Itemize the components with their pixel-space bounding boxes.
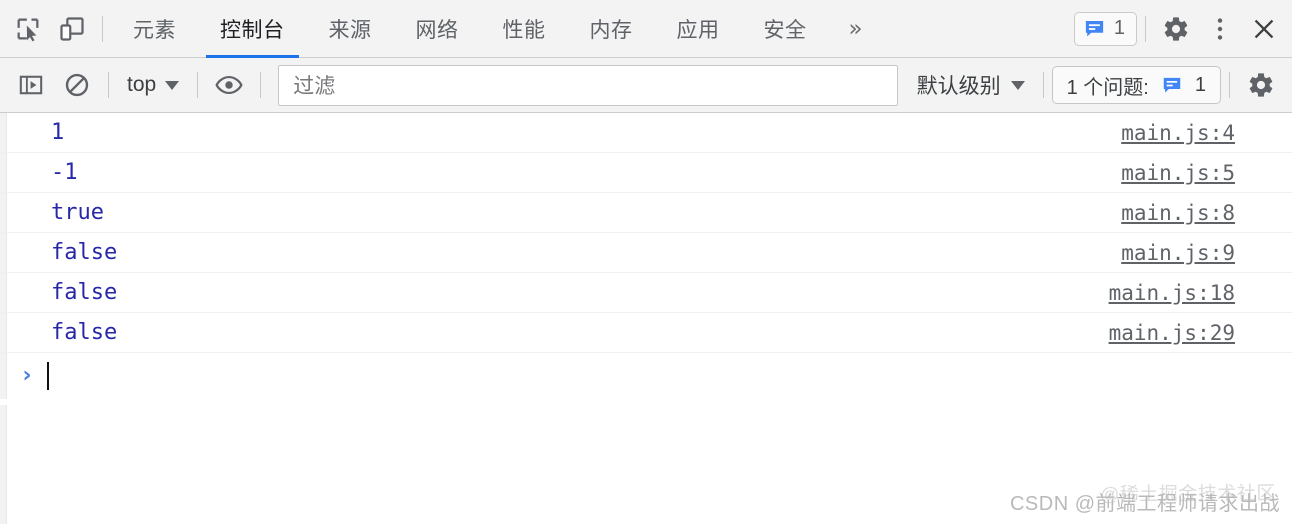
console-gutter	[0, 153, 7, 192]
console-gutter	[0, 193, 7, 232]
message-icon	[1161, 74, 1183, 96]
filterbar-divider-1	[108, 72, 109, 98]
tabbar-divider	[102, 15, 103, 42]
tab-network[interactable]: 网络	[394, 0, 481, 58]
execution-context-label: top	[127, 73, 157, 96]
tab-performance[interactable]: 性能	[481, 0, 568, 58]
chevron-down-icon	[1010, 80, 1025, 90]
console-sidebar-icon	[18, 72, 44, 98]
issues-button[interactable]: 1 个问题: 1	[1051, 66, 1221, 104]
console-message-source-link[interactable]: main.js:5	[1121, 161, 1292, 185]
console-sidebar-button[interactable]	[8, 64, 54, 106]
console-filter-input[interactable]: 过滤	[278, 64, 898, 106]
settings-button[interactable]	[1154, 7, 1198, 51]
more-options-button[interactable]	[1198, 7, 1242, 51]
log-level-selector[interactable]: 默认级别	[907, 66, 1035, 104]
tab-sources[interactable]: 来源	[307, 0, 394, 58]
console-message-value: false	[51, 240, 118, 265]
more-vertical-icon	[1208, 16, 1232, 42]
filterbar-divider-3	[260, 72, 262, 98]
console-prompt[interactable]: ›	[0, 353, 1292, 399]
live-expression-icon	[215, 71, 243, 99]
gear-icon	[1247, 71, 1275, 99]
tab-label: 安全	[763, 18, 807, 42]
tab-label: 元素	[133, 18, 176, 42]
console-message-value: false	[51, 320, 118, 345]
console-message-source-link[interactable]: main.js:9	[1121, 241, 1292, 265]
console-settings-button[interactable]	[1238, 64, 1284, 106]
tabbar-divider-2	[1145, 15, 1146, 42]
chevron-down-icon	[165, 80, 180, 90]
gear-icon	[1162, 15, 1190, 43]
table-row[interactable]: false main.js:29	[0, 313, 1292, 353]
filterbar-divider-2	[197, 72, 199, 98]
tab-label: 应用	[676, 18, 720, 42]
tab-label: 来源	[328, 18, 372, 42]
message-count-label: 1	[1113, 17, 1125, 39]
live-expression-button[interactable]	[206, 64, 252, 106]
console-message-list[interactable]: 1 main.js:4 -1 main.js:5 true main.js:8 …	[0, 113, 1292, 524]
tab-label: 控制台	[220, 18, 285, 42]
console-message-value: true	[51, 200, 104, 225]
chevron-double-right-icon: »	[848, 15, 863, 42]
console-message-value: -1	[51, 160, 78, 185]
prompt-chevron-icon: ›	[22, 363, 32, 388]
clear-console-icon	[64, 72, 90, 98]
table-row[interactable]: false main.js:9	[0, 233, 1292, 273]
console-filter-placeholder: 过滤	[293, 75, 336, 98]
log-level-label: 默认级别	[916, 75, 1001, 98]
message-icon	[1083, 17, 1106, 40]
console-filter-toolbar: top 过滤 默认级别 1 个问题: 1	[0, 58, 1292, 113]
console-message-value: 1	[51, 120, 65, 145]
message-count-badge[interactable]: 1	[1073, 11, 1137, 46]
table-row[interactable]: true main.js:8	[0, 193, 1292, 233]
console-gutter	[0, 273, 7, 312]
console-message-source-link[interactable]: main.js:29	[1109, 321, 1292, 345]
tab-console[interactable]: 控制台	[198, 0, 307, 58]
devtools-tabbar: 元素 控制台 来源 网络 性能 内存 应用 安全 » 1	[0, 0, 1292, 58]
console-message-source-link[interactable]: main.js:8	[1121, 201, 1292, 225]
tab-elements[interactable]: 元素	[111, 0, 198, 58]
panel-tabs: 元素 控制台 来源 网络 性能 内存 应用 安全	[111, 0, 829, 58]
console-gutter	[0, 113, 7, 152]
device-toolbar-button[interactable]	[50, 7, 94, 51]
console-gutter	[0, 313, 7, 352]
tab-application[interactable]: 应用	[655, 0, 742, 58]
console-message-source-link[interactable]: main.js:4	[1121, 121, 1292, 145]
tab-security[interactable]: 安全	[742, 0, 829, 58]
issues-label: 1 个问题:	[1066, 76, 1149, 99]
tab-label: 性能	[502, 18, 546, 42]
close-devtools-button[interactable]	[1242, 7, 1286, 51]
tab-memory[interactable]: 内存	[568, 0, 655, 58]
issues-count-label: 1	[1194, 73, 1206, 96]
more-tabs-button[interactable]: »	[829, 16, 883, 42]
tab-label: 网络	[415, 18, 459, 42]
filterbar-divider-5	[1229, 72, 1230, 98]
table-row[interactable]: -1 main.js:5	[0, 153, 1292, 193]
execution-context-selector[interactable]: top	[117, 66, 189, 104]
console-message-value: false	[51, 280, 118, 305]
devtools-window: 元素 控制台 来源 网络 性能 内存 应用 安全 » 1 top 过滤 默认级别…	[0, 0, 1292, 524]
watermark-primary: CSDN @前端工程师请求出战	[1009, 493, 1280, 515]
filterbar-divider-4	[1042, 72, 1044, 98]
tab-label: 内存	[589, 18, 633, 42]
table-row[interactable]: 1 main.js:4	[0, 113, 1292, 153]
console-gutter	[0, 405, 7, 524]
console-gutter	[0, 353, 7, 399]
console-message-source-link[interactable]: main.js:18	[1109, 281, 1292, 305]
console-gutter	[0, 233, 7, 272]
device-toolbar-icon	[58, 15, 86, 43]
inspect-element-button[interactable]	[6, 7, 50, 51]
close-icon	[1251, 16, 1277, 42]
inspect-element-icon	[14, 15, 42, 43]
table-row[interactable]: false main.js:18	[0, 273, 1292, 313]
clear-console-button[interactable]	[54, 64, 100, 106]
text-cursor	[47, 362, 49, 390]
